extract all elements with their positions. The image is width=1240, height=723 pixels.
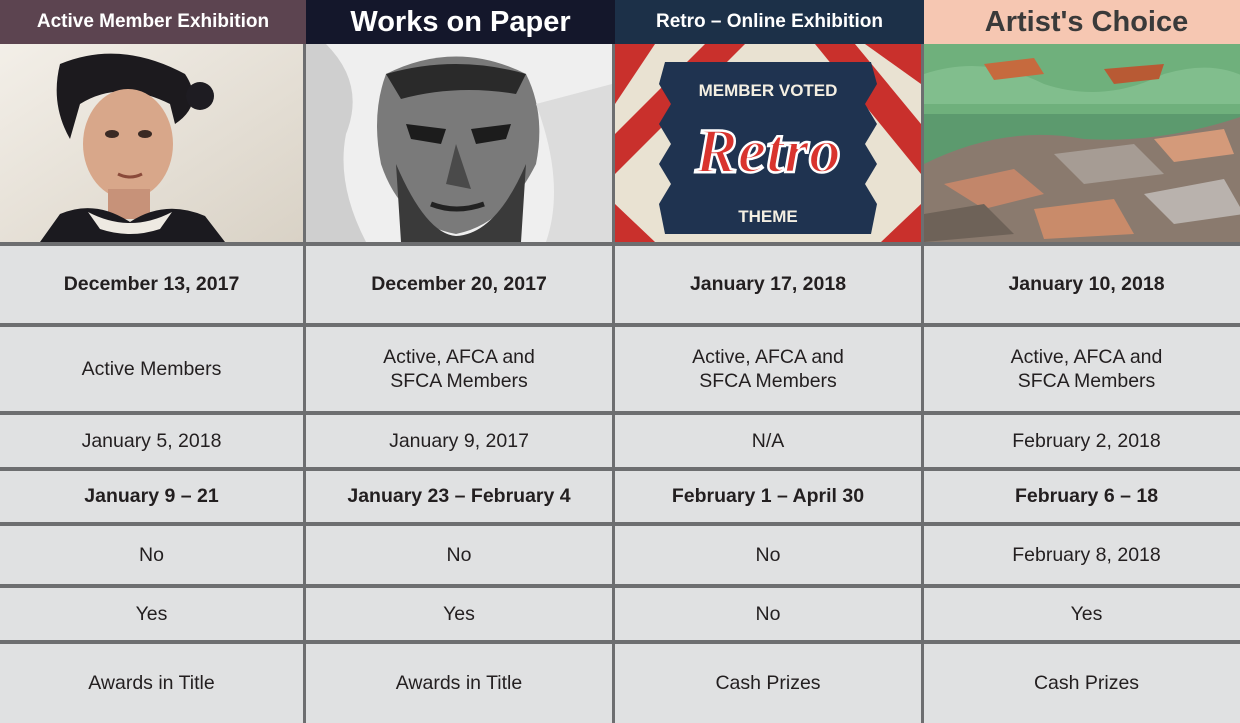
prizes-cell: Cash Prizes — [924, 644, 1240, 723]
badge-script-text: Retro — [694, 115, 841, 186]
exhibition-dates-cell: February 1 – April 30 — [615, 471, 921, 526]
exhibition-dates-cell: February 6 – 18 — [924, 471, 1240, 526]
rocky-shore-image — [924, 44, 1240, 242]
prizes-cell: Cash Prizes — [615, 644, 921, 723]
opening-date-cell: January 17, 2018 — [615, 242, 921, 327]
awards-flag-cell: Yes — [924, 588, 1240, 644]
portrait-woman-image — [0, 44, 303, 242]
reception-cell: No — [0, 526, 303, 588]
eligibility-text: Active, AFCA and SFCA Members — [1010, 345, 1163, 392]
exhibition-dates-cell: January 23 – February 4 — [306, 471, 612, 526]
badge-bottom-text: THEME — [738, 207, 798, 226]
reception-cell: No — [306, 526, 612, 588]
deadline-cell: N/A — [615, 415, 921, 471]
awards-flag-cell: Yes — [306, 588, 612, 644]
reception-cell: No — [615, 526, 921, 588]
eligibility-text: Active, AFCA and SFCA Members — [383, 345, 535, 392]
awards-flag-cell: Yes — [0, 588, 303, 644]
prizes-cell: Awards in Title — [306, 644, 612, 723]
eligibility-text: Active Members — [81, 357, 222, 380]
prizes-cell: Awards in Title — [0, 644, 303, 723]
deadline-cell: January 9, 2017 — [306, 415, 612, 471]
eligibility-text: Active, AFCA and SFCA Members — [692, 345, 844, 392]
awards-flag-cell: No — [615, 588, 921, 644]
header-retro-online-exhibition: Retro – Online Exhibition — [615, 0, 924, 44]
opening-date-cell: January 10, 2018 — [924, 242, 1240, 327]
deadline-cell: February 2, 2018 — [924, 415, 1240, 471]
header-artists-choice: Artist's Choice — [924, 0, 1240, 44]
eligibility-cell: Active Members — [0, 327, 303, 415]
header-works-on-paper: Works on Paper — [306, 0, 615, 44]
badge-top-text: MEMBER VOTED — [699, 81, 838, 100]
portrait-man-image — [306, 44, 612, 242]
deadline-cell: January 5, 2018 — [0, 415, 303, 471]
exhibition-dates-cell: January 9 – 21 — [0, 471, 303, 526]
reception-cell: February 8, 2018 — [924, 526, 1240, 588]
opening-date-cell: December 20, 2017 — [306, 242, 612, 327]
exhibition-table: Active Member Exhibition Works on Paper … — [0, 0, 1240, 723]
eligibility-cell: Active, AFCA and SFCA Members — [306, 327, 612, 415]
eligibility-cell: Active, AFCA and SFCA Members — [924, 327, 1240, 415]
opening-date-cell: December 13, 2017 — [0, 242, 303, 327]
eligibility-cell: Active, AFCA and SFCA Members — [615, 327, 921, 415]
retro-theme-image: MEMBER VOTED Retro THEME — [615, 44, 921, 242]
header-active-member-exhibition: Active Member Exhibition — [0, 0, 306, 44]
